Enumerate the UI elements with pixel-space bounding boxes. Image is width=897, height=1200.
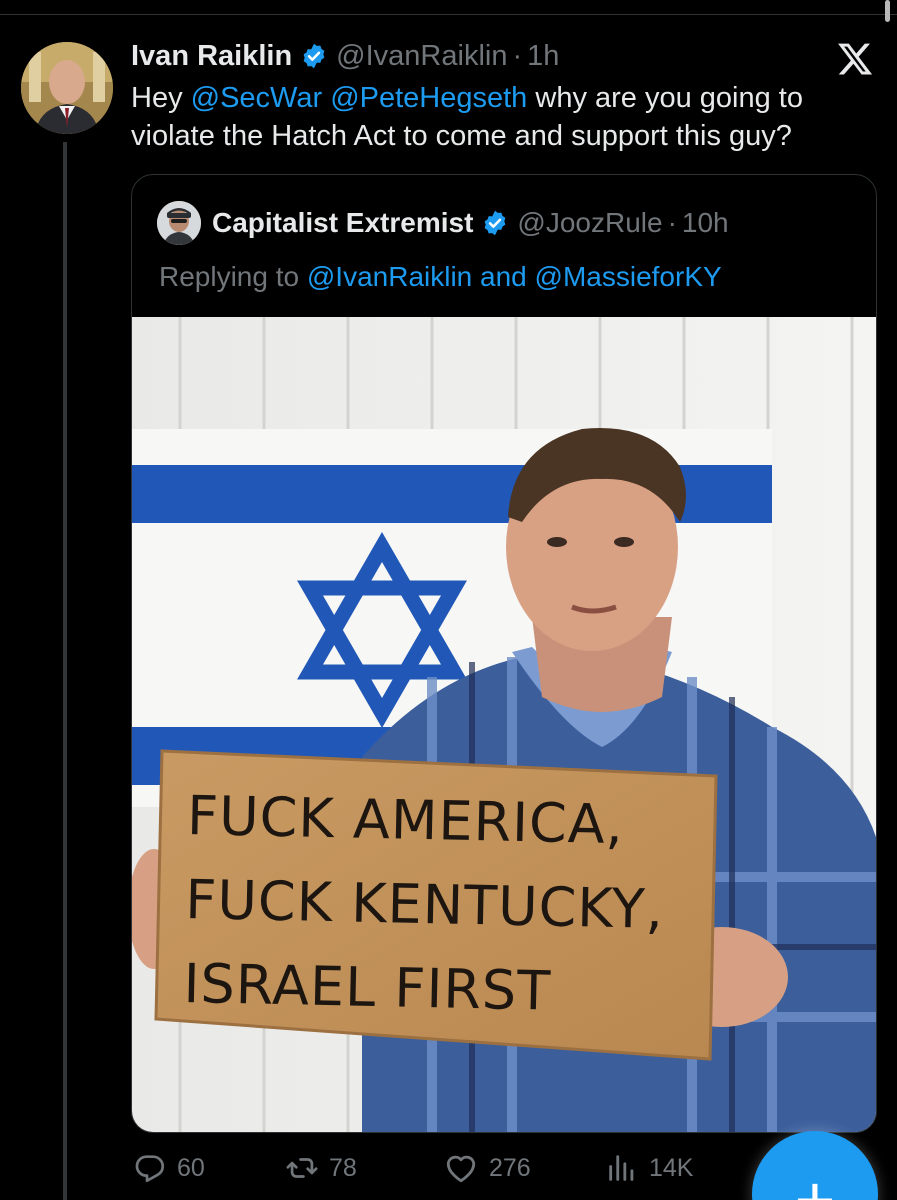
tweet-text: Hey @SecWar @PeteHegseth why are you goi… — [131, 79, 881, 155]
sign-line-3: ISRAEL FIRST — [182, 951, 552, 1023]
verified-badge-icon — [300, 42, 328, 70]
top-divider — [0, 14, 897, 15]
compose-button[interactable]: + — [752, 1131, 878, 1200]
views-count: 14K — [649, 1153, 694, 1182]
x-logo-icon — [836, 40, 874, 78]
reply-count: 60 — [177, 1153, 205, 1182]
text-prefix: Hey — [131, 82, 191, 114]
replying-mention-massieforky[interactable]: @MassieforKY — [535, 261, 722, 292]
header-separator: · — [512, 39, 523, 72]
heart-icon — [446, 1155, 476, 1183]
author-avatar[interactable] — [21, 42, 113, 134]
repost-button[interactable]: 78 — [285, 1145, 357, 1191]
author-name[interactable]: Ivan Raiklin — [131, 40, 292, 73]
replying-and: and — [472, 261, 535, 292]
mention-secwar[interactable]: @SecWar — [191, 82, 323, 114]
like-count: 276 — [489, 1153, 531, 1182]
quoted-tweet-photo[interactable]: FUCK AMERICA, FUCK KENTUCKY, ISRAEL FIRS… — [132, 317, 876, 1132]
text-space — [322, 82, 330, 114]
reply-button[interactable]: 60 — [133, 1145, 205, 1191]
tweet-header: Ivan Raiklin @IvanRaiklin · 1h — [131, 36, 559, 76]
plus-icon: + — [794, 1161, 836, 1200]
sign-line-1: FUCK AMERICA, — [186, 783, 625, 857]
repost-icon — [286, 1158, 318, 1178]
quoted-author-handle[interactable]: @JoozRule — [517, 207, 662, 239]
mention-petehegseth[interactable]: @PeteHegseth — [330, 82, 527, 114]
quoted-author-avatar[interactable] — [157, 201, 201, 245]
sign-text: FUCK AMERICA, FUCK KENTUCKY, ISRAEL FIRS… — [182, 774, 665, 1036]
reply-icon — [135, 1155, 165, 1183]
scrollbar-thumb[interactable] — [885, 0, 890, 22]
tweet-actions-bar: 60 78 276 14K — [131, 1145, 751, 1191]
sign-line-2: FUCK KENTUCKY, — [184, 867, 665, 941]
views-button[interactable]: 14K — [605, 1145, 693, 1191]
replying-to-line: Replying to @IvanRaiklin and @MassieforK… — [159, 261, 722, 293]
app-screen: Ivan Raiklin @IvanRaiklin · 1h Hey @SecW… — [0, 0, 897, 1200]
quoted-tweet-card[interactable]: Capitalist Extremist @JoozRule · 10h Rep… — [131, 174, 877, 1133]
repost-count: 78 — [329, 1153, 357, 1182]
author-handle[interactable]: @IvanRaiklin — [336, 40, 507, 73]
quoted-header-separator: · — [667, 207, 677, 238]
quoted-tweet-header: Capitalist Extremist @JoozRule · 10h — [212, 202, 729, 244]
like-button[interactable]: 276 — [443, 1145, 531, 1191]
replying-prefix: Replying to — [159, 261, 307, 292]
quoted-author-name[interactable]: Capitalist Extremist — [212, 207, 473, 239]
views-icon — [609, 1155, 634, 1181]
quoted-tweet-timestamp[interactable]: 10h — [682, 207, 729, 239]
replying-mention-ivanraiklin[interactable]: @IvanRaiklin — [307, 261, 472, 292]
verified-badge-icon — [481, 209, 509, 237]
thread-connector-line — [63, 142, 67, 1200]
tweet-timestamp[interactable]: 1h — [527, 40, 559, 73]
